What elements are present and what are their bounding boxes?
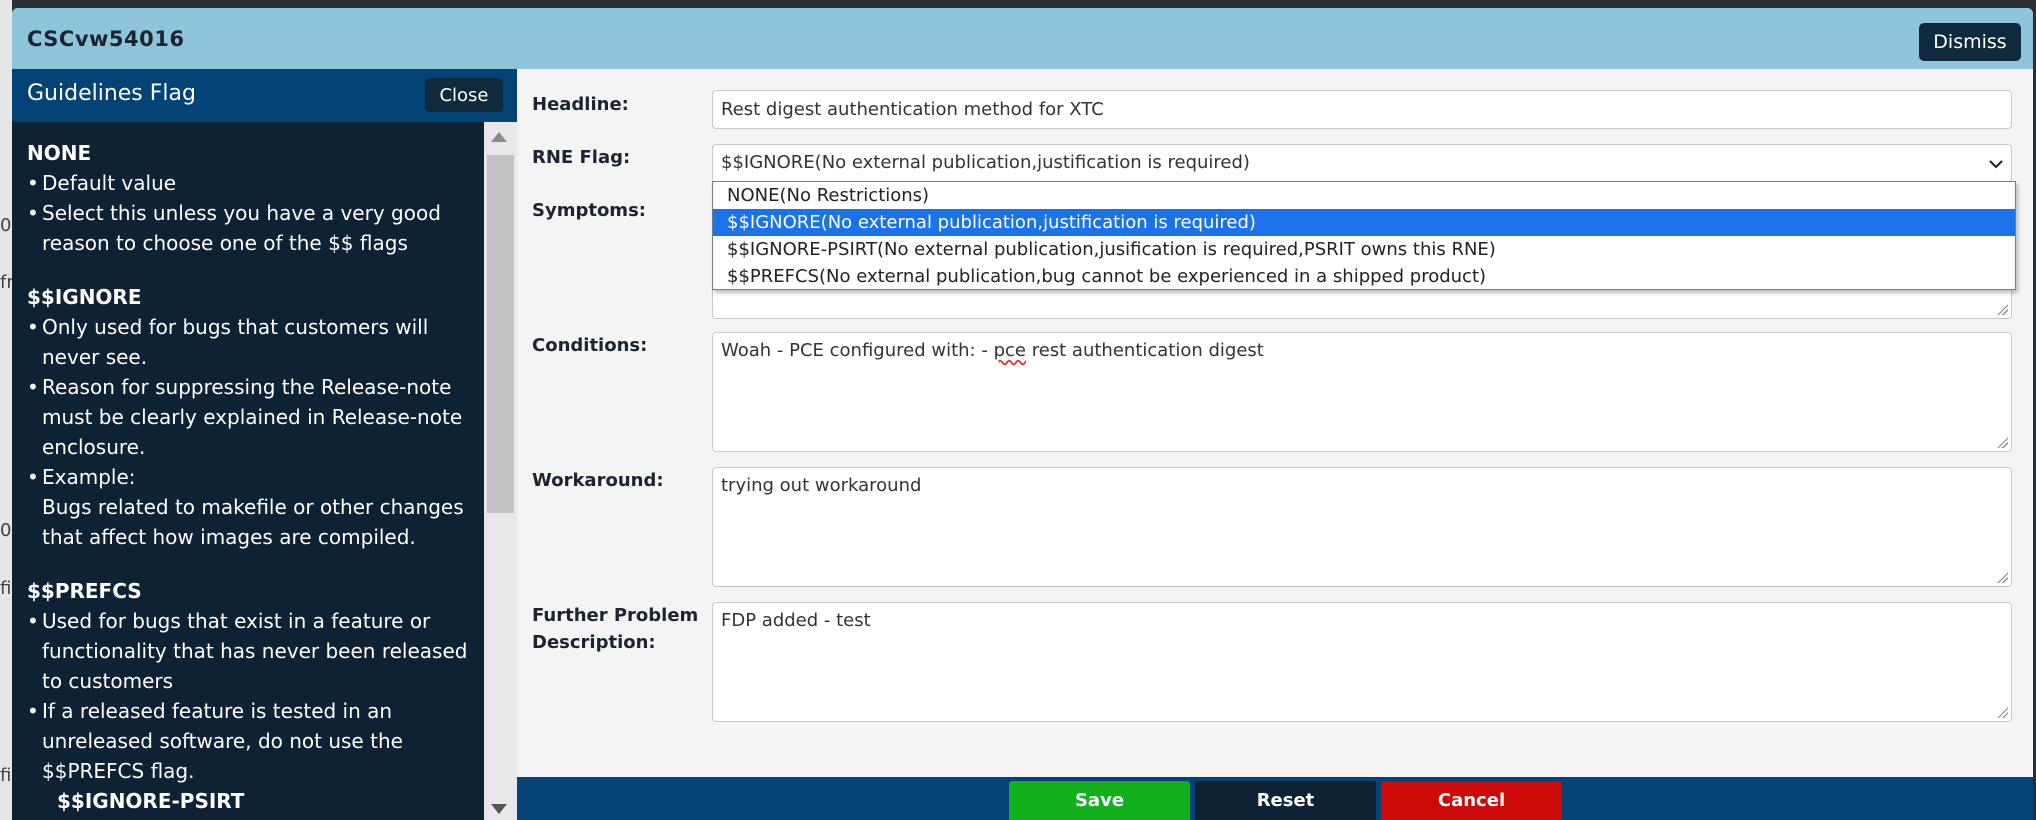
guidelines-scrollbar[interactable] <box>484 122 517 820</box>
guideline-item: Reason for suppressing the Release-note … <box>27 372 477 462</box>
guidelines-panel: Guidelines Flag Close NONE Default value… <box>12 69 517 820</box>
guidelines-content[interactable]: NONE Default value Select this unless yo… <box>12 122 484 820</box>
scroll-down-icon[interactable] <box>491 804 507 814</box>
workaround-textarea[interactable]: trying out workaround <box>712 467 2012 587</box>
chevron-down-icon <box>1989 160 2003 169</box>
guideline-subheading: $$IGNORE-PSIRT <box>57 789 245 813</box>
guideline-item-label: Example: <box>42 465 136 489</box>
rne-flag-option[interactable]: NONE(No Restrictions) <box>713 182 2015 209</box>
guideline-list: Only used for bugs that customers will n… <box>27 312 484 552</box>
guidelines-title: Guidelines Flag <box>27 81 196 106</box>
form-footer: Save Reset Cancel <box>517 777 2033 820</box>
guideline-heading: NONE <box>27 141 92 165</box>
scrollbar-thumb[interactable] <box>487 155 514 513</box>
resize-handle-icon[interactable] <box>1996 436 2008 448</box>
modal-header: CSCvw54016 Dismiss <box>12 8 2033 69</box>
save-button[interactable]: Save <box>1009 781 1190 820</box>
cancel-button[interactable]: Cancel <box>1381 781 1562 820</box>
dismiss-button[interactable]: Dismiss <box>1919 23 2021 61</box>
workaround-label: Workaround: <box>532 470 664 491</box>
rne-flag-label: RNE Flag: <box>532 147 631 168</box>
background-fragment: 04 <box>0 215 12 236</box>
guideline-item: Default value <box>27 168 477 198</box>
guideline-item: If a released feature is tested in an un… <box>27 696 477 786</box>
close-guidelines-button[interactable]: Close <box>425 78 503 112</box>
rne-flag-value: $$IGNORE(No external publication,justifi… <box>721 152 1250 173</box>
conditions-text: Woah - PCE configured with: - <box>721 340 994 361</box>
guideline-item-example: Bugs related to makefile or other change… <box>42 495 464 549</box>
resize-handle-icon[interactable] <box>1996 303 2008 315</box>
guidelines-header: Guidelines Flag Close <box>12 69 517 122</box>
modal-title: CSCvw54016 <box>27 27 185 51</box>
background-fragment: fi <box>0 765 12 786</box>
resize-handle-icon[interactable] <box>1996 571 2008 583</box>
guideline-item: Example: Bugs related to makefile or othe… <box>27 462 477 552</box>
scroll-up-icon[interactable] <box>491 132 507 142</box>
bug-form: Headline: RNE Flag: $$IGNORE(No external… <box>517 69 2033 769</box>
rne-flag-option-selected[interactable]: $$IGNORE(No external publication,justifi… <box>713 209 2015 236</box>
workaround-text: trying out workaround <box>721 475 922 496</box>
guideline-item: Only used for bugs that customers will n… <box>27 312 477 372</box>
headline-input[interactable] <box>712 90 2012 129</box>
background-fragment: fr <box>0 272 12 293</box>
resize-handle-icon[interactable] <box>1996 706 2008 718</box>
guideline-section-ignore: $$IGNORE Only used for bugs that custome… <box>27 282 484 552</box>
further-label-line: Description: <box>532 632 656 653</box>
conditions-text: rest authentication digest <box>1025 340 1264 361</box>
further-label-line: Further Problem <box>532 605 699 626</box>
misspelled-word: pce <box>993 340 1026 361</box>
bug-edit-modal: CSCvw54016 Dismiss Guidelines Flag Close… <box>12 8 2033 820</box>
guideline-heading: $$PREFCS <box>27 579 142 603</box>
guideline-heading: $$IGNORE <box>27 285 142 309</box>
rne-flag-option[interactable]: $$PREFCS(No external publication,bug can… <box>713 263 2015 290</box>
rne-flag-dropdown: NONE(No Restrictions) $$IGNORE(No extern… <box>712 181 2016 290</box>
further-description-text: FDP added - test <box>721 610 871 631</box>
guideline-section-none: NONE Default value Select this unless yo… <box>27 138 484 258</box>
background-fragment: fi <box>0 578 12 599</box>
guideline-section-prefcs: $$PREFCS Used for bugs that exist in a f… <box>27 576 484 816</box>
conditions-label: Conditions: <box>532 335 648 356</box>
further-description-textarea[interactable]: FDP added - test <box>712 602 2012 722</box>
guideline-list: Default value Select this unless you hav… <box>27 168 484 258</box>
guideline-item: Select this unless you have a very good … <box>27 198 477 258</box>
further-description-label: Further Problem Description: <box>532 602 698 656</box>
rne-flag-option[interactable]: $$IGNORE-PSIRT(No external publication,j… <box>713 236 2015 263</box>
background-fragment: 01 <box>0 520 12 541</box>
rne-flag-select[interactable]: $$IGNORE(No external publication,justifi… <box>712 144 2012 183</box>
symptoms-label: Symptoms: <box>532 200 646 221</box>
reset-button[interactable]: Reset <box>1195 781 1376 820</box>
guideline-list: Used for bugs that exist in a feature or… <box>27 606 484 786</box>
conditions-textarea[interactable]: Woah - PCE configured with: - pce rest a… <box>712 332 2012 452</box>
background-page <box>0 0 12 820</box>
guideline-item: Used for bugs that exist in a feature or… <box>27 606 477 696</box>
headline-label: Headline: <box>532 94 629 115</box>
